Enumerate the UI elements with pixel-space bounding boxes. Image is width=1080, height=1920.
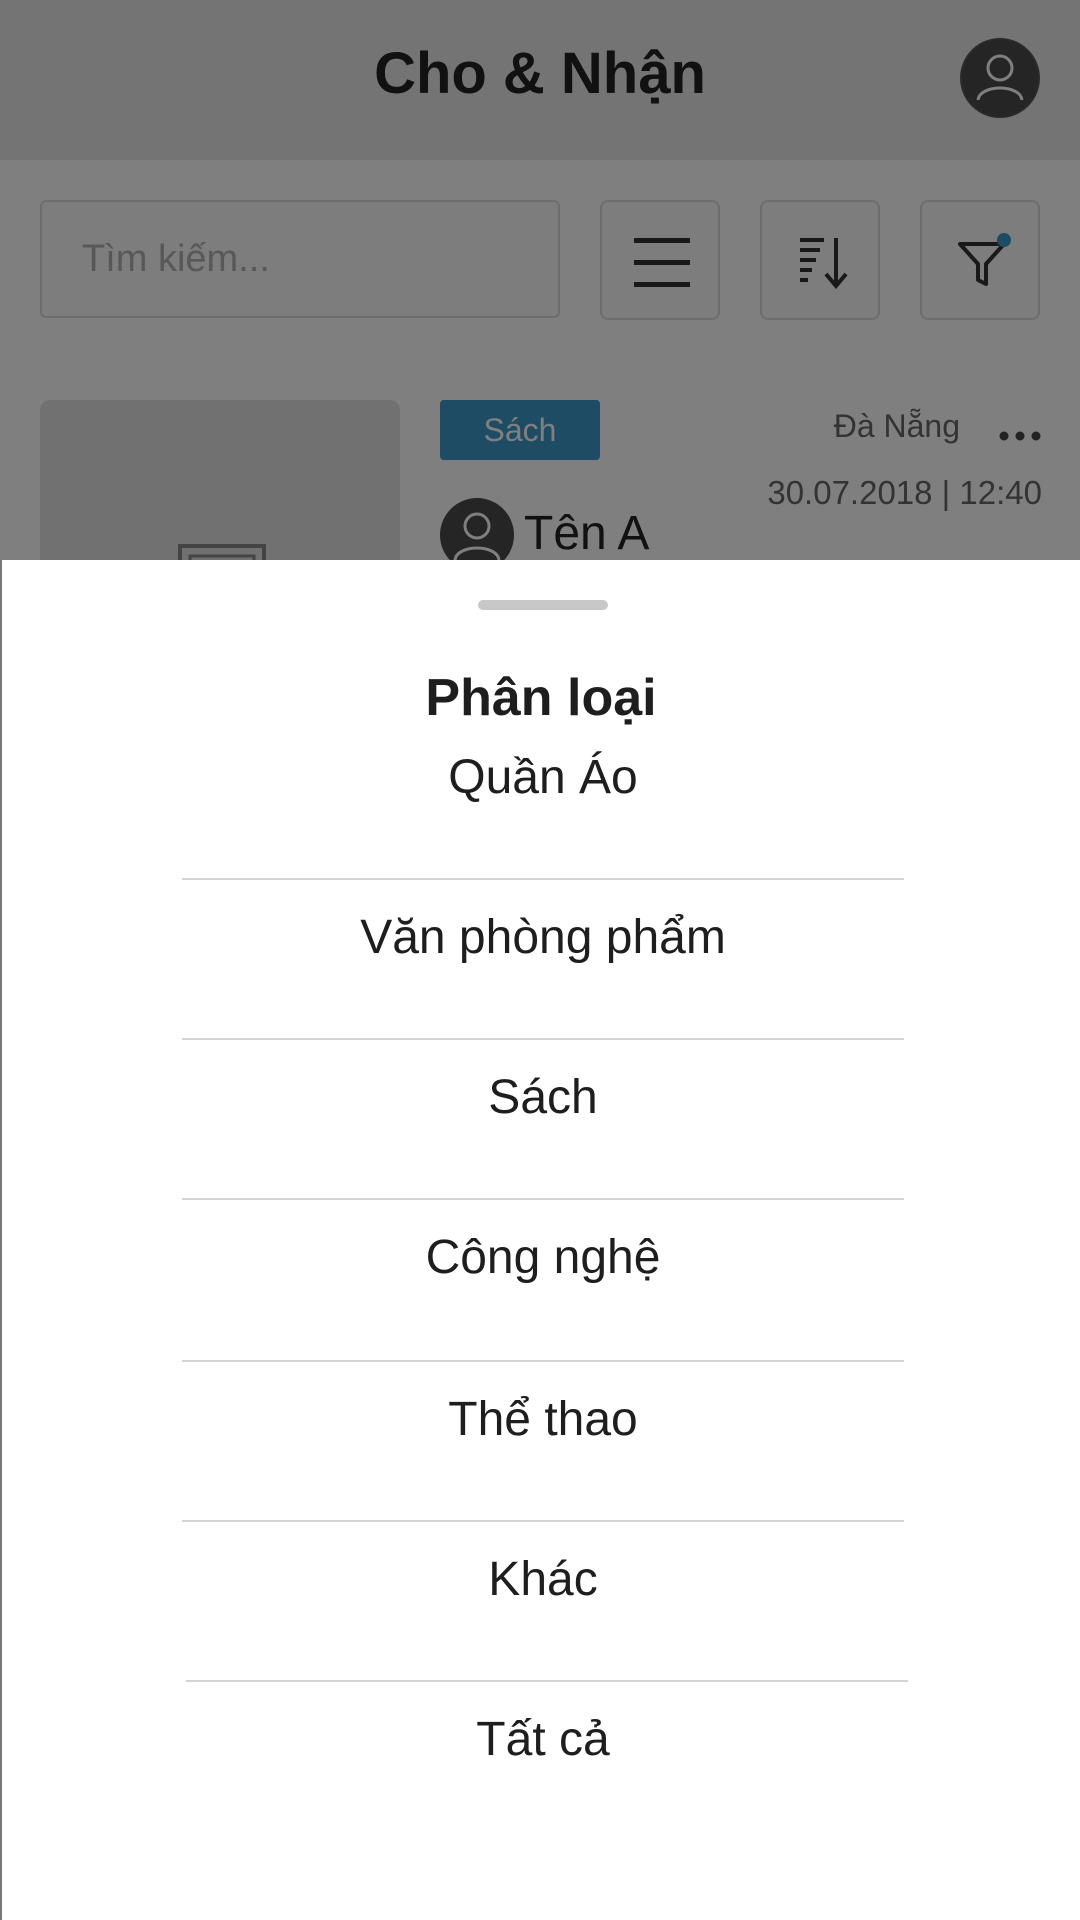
divider <box>182 1360 904 1362</box>
option-quan-ao[interactable]: Quần Áo <box>182 726 904 886</box>
option-label: Sách <box>488 1071 598 1124</box>
option-the-thao[interactable]: Thể thao <box>182 1368 904 1528</box>
option-label: Quần Áo <box>448 751 638 804</box>
option-label: Thể thao <box>448 1393 638 1446</box>
divider <box>182 1520 904 1522</box>
modal-backdrop[interactable] <box>0 0 1080 560</box>
option-label: Tất cả <box>476 1713 610 1766</box>
screen: Cho & Nhận <box>0 0 1080 1920</box>
divider <box>186 1680 908 1682</box>
option-sach[interactable]: Sách <box>182 1046 904 1206</box>
option-cong-nghe[interactable]: Công nghệ <box>182 1206 904 1366</box>
option-van-phong-pham[interactable]: Văn phòng phẩm <box>182 886 904 1046</box>
divider <box>182 1038 904 1040</box>
divider <box>182 878 904 880</box>
option-tat-ca[interactable]: Tất cả <box>182 1688 904 1848</box>
option-label: Khác <box>488 1553 598 1606</box>
option-khac[interactable]: Khác <box>182 1528 904 1688</box>
option-label: Công nghệ <box>425 1231 661 1284</box>
category-bottom-sheet: Phân loại Quần Áo Văn phòng phẩm Sách Cô… <box>0 560 1080 1920</box>
sheet-title: Phân loại <box>425 669 657 727</box>
option-label: Văn phòng phẩm <box>360 911 726 964</box>
divider <box>182 1198 904 1200</box>
sheet-drag-handle[interactable] <box>478 600 608 610</box>
